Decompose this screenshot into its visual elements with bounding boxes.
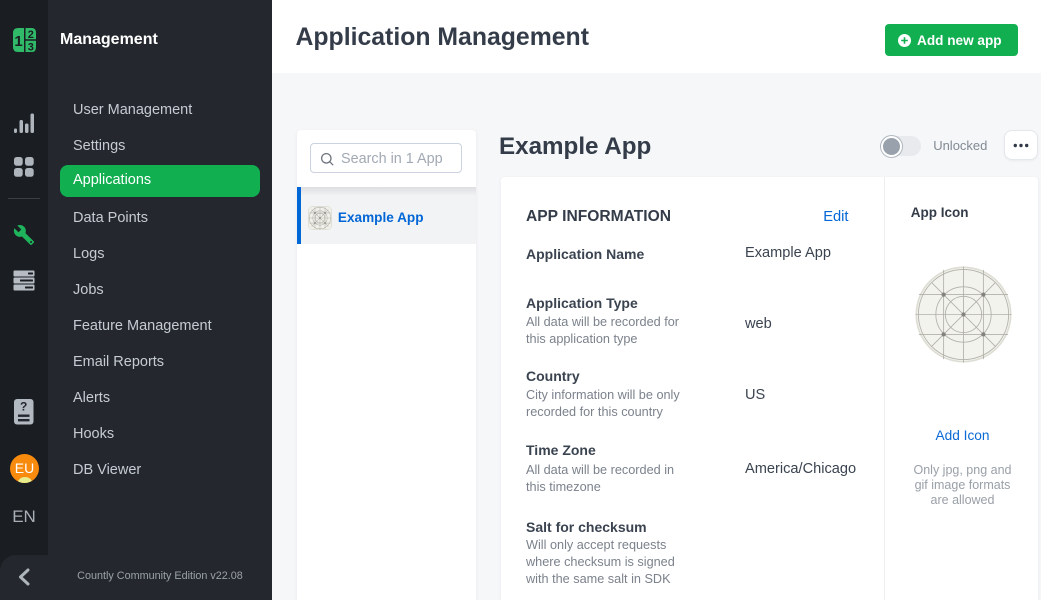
svg-text:2: 2: [28, 29, 34, 41]
svg-text:?: ?: [20, 400, 27, 414]
svg-text:1: 1: [14, 33, 22, 50]
svg-text:3: 3: [28, 42, 34, 52]
